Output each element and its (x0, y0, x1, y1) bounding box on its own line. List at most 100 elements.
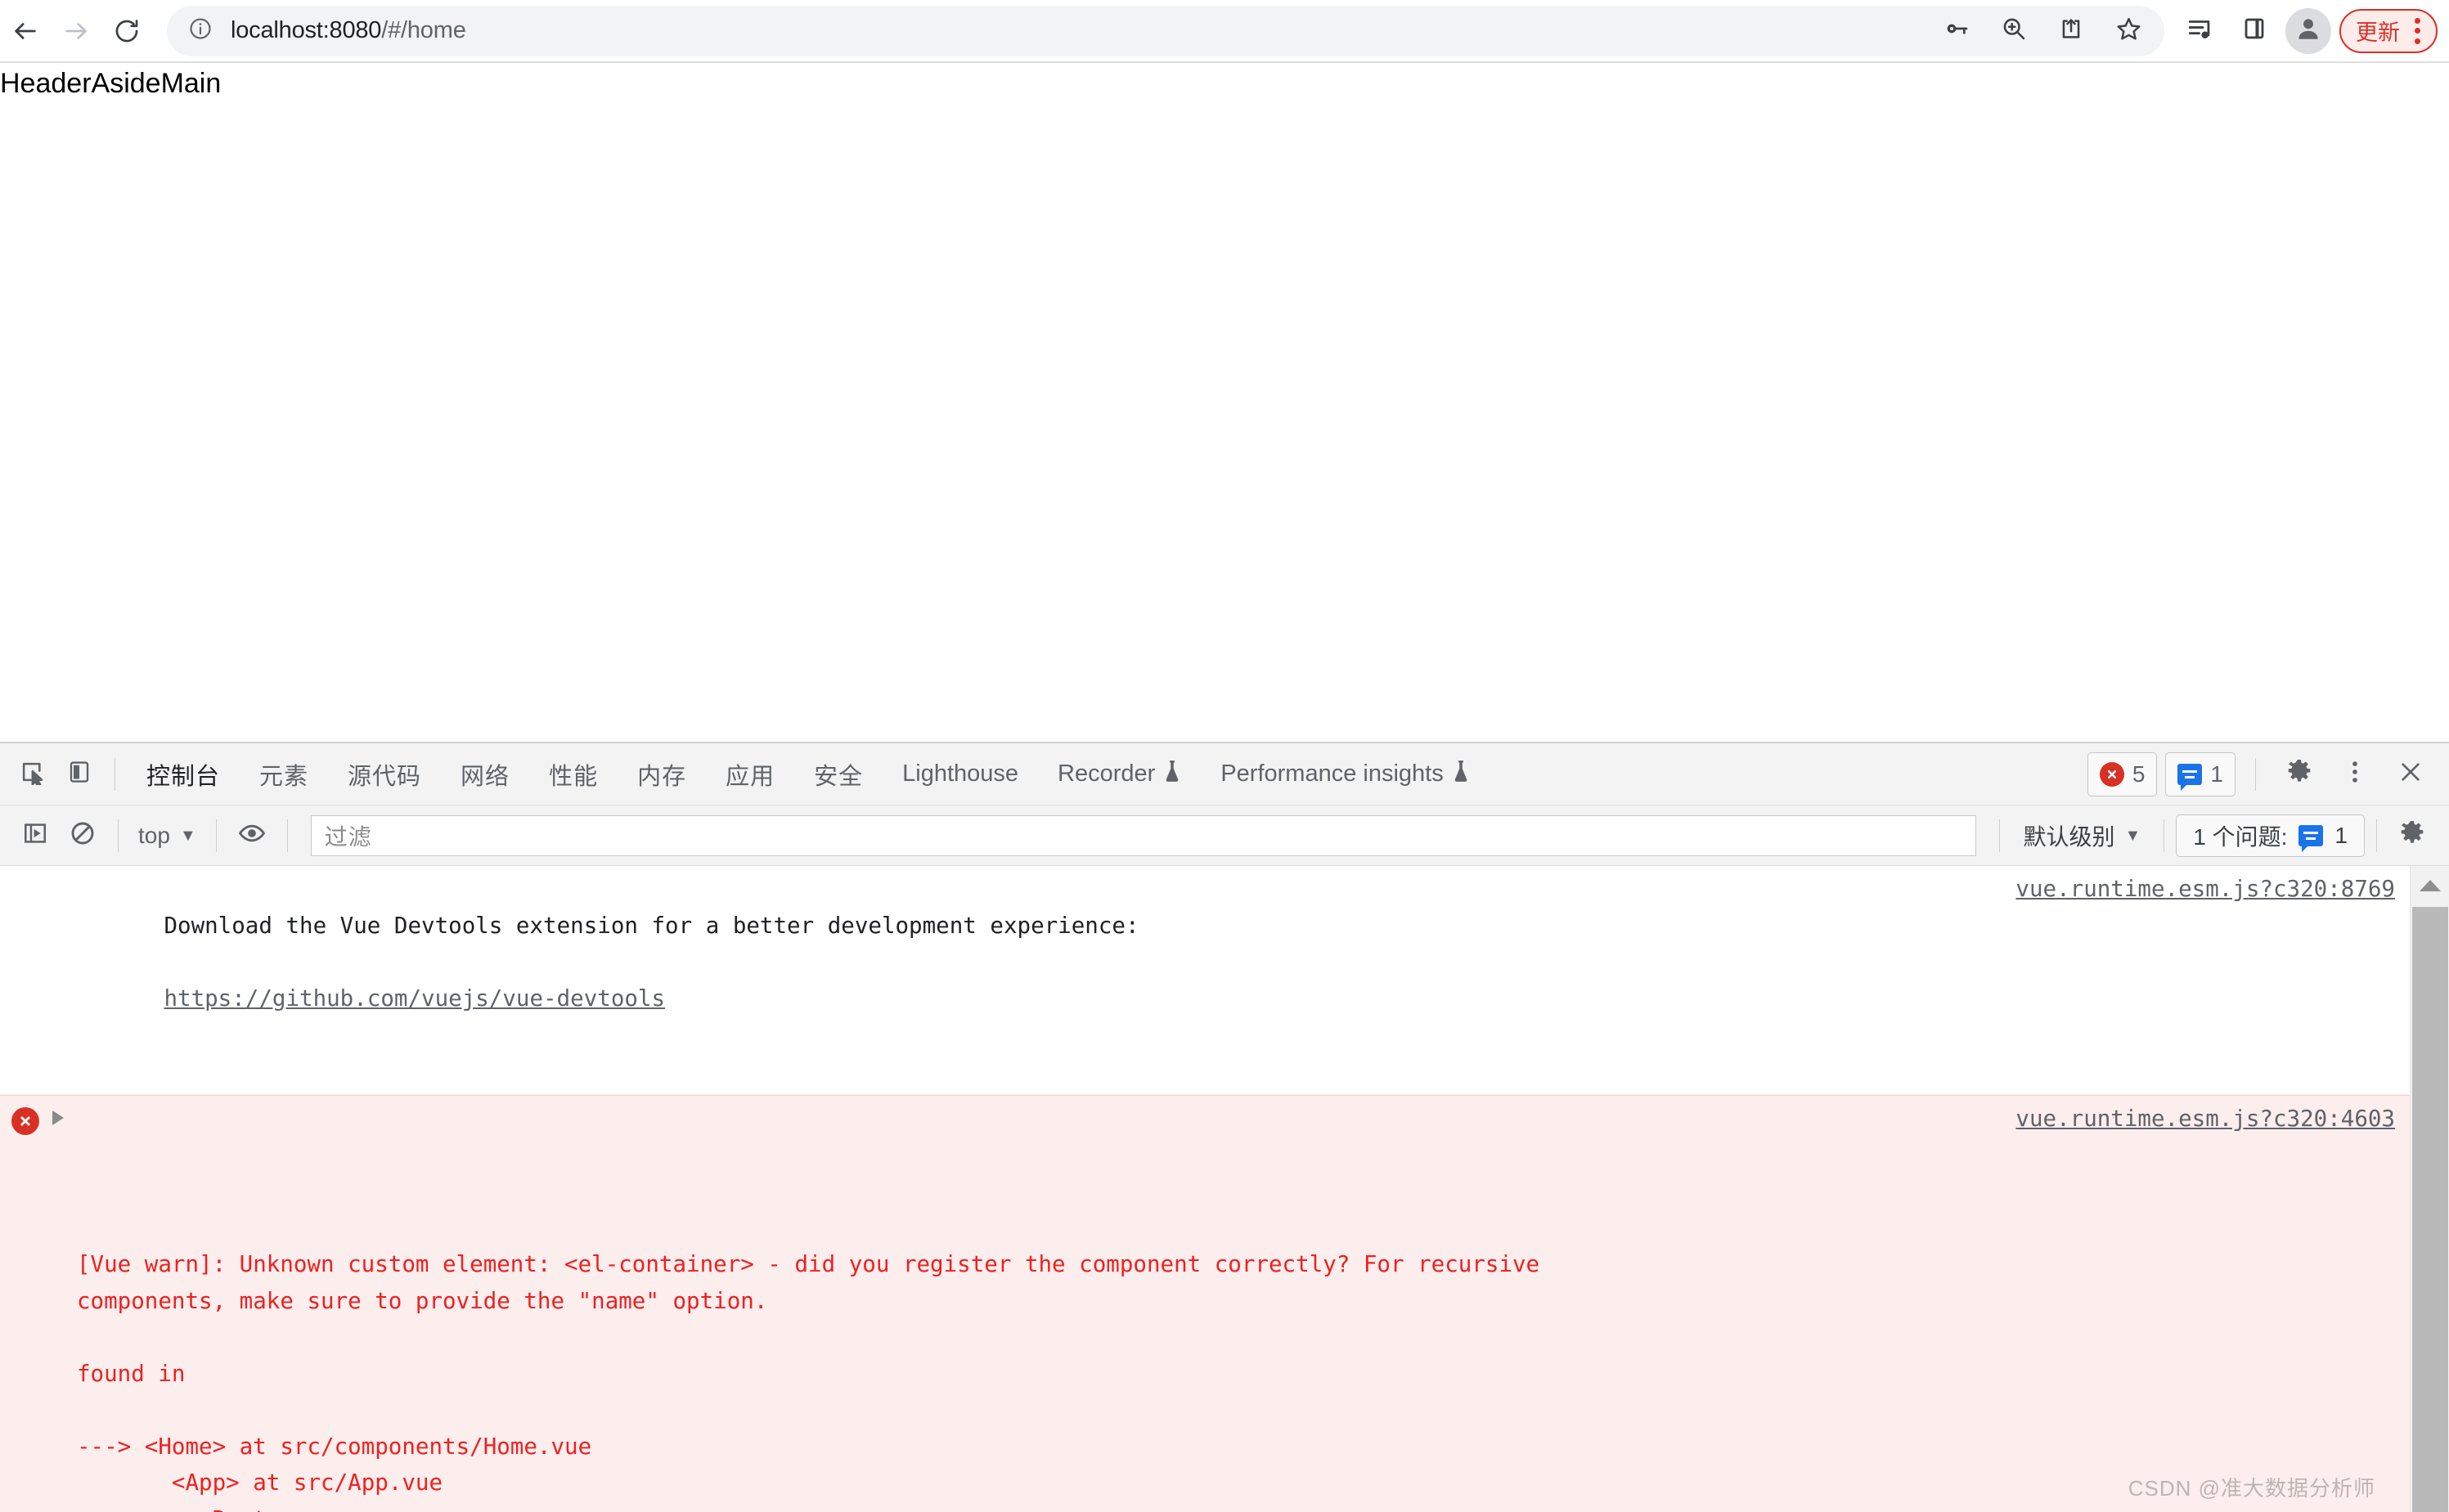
devtools-tabbar: 控制台 元素 源代码 网络 性能 内存 应用 安全 Lighthouse Rec… (0, 743, 2449, 805)
tab-elements[interactable]: 元素 (240, 743, 328, 805)
update-button[interactable]: 更新 (2339, 8, 2438, 53)
url-path: /#/home (381, 17, 466, 43)
console-filter-input[interactable]: 过滤 (310, 814, 1977, 856)
console-filter-placeholder: 过滤 (324, 823, 372, 850)
forward-button[interactable] (51, 6, 101, 56)
browser-toolbar-right: 更新 (2177, 7, 2449, 54)
console-scroll-area: Download the Vue Devtools extension for … (0, 866, 2410, 1512)
log-level-selector[interactable]: 默认级别 ▼ (2011, 819, 2152, 852)
kebab-menu-icon (2343, 758, 2366, 790)
status-divider (2255, 757, 2256, 791)
tab-lighthouse[interactable]: Lighthouse (883, 743, 1038, 805)
tab-application[interactable]: 应用 (706, 743, 794, 805)
console-message-info[interactable]: Download the Vue Devtools extension for … (0, 866, 2410, 1095)
console-source-link[interactable]: vue.runtime.esm.js?c320:4603 (2015, 1101, 2395, 1137)
execution-context-value: top (138, 822, 170, 848)
error-count: 5 (2132, 760, 2146, 787)
device-toolbar-icon (67, 760, 92, 788)
tab-label: 安全 (814, 763, 864, 790)
execution-context-selector[interactable]: top ▼ (130, 823, 204, 849)
device-toolbar-button[interactable] (56, 751, 103, 798)
info-circle-icon[interactable] (188, 16, 213, 45)
tab-label: Recorder (1058, 760, 1156, 787)
avatar[interactable] (2285, 7, 2331, 54)
tab-performance-insights[interactable]: Performance insights (1201, 743, 1489, 805)
tab-label: 源代码 (348, 763, 422, 790)
password-key-button[interactable] (1934, 8, 1979, 54)
tab-recorder[interactable]: Recorder (1038, 743, 1201, 805)
media-playlist-button[interactable] (2177, 8, 2223, 54)
filterbar-divider (215, 819, 217, 852)
console-source-link[interactable]: vue.runtime.esm.js?c320:8769 (2015, 871, 2395, 908)
scrollbar-thumb[interactable] (2412, 907, 2448, 1512)
devtools-more-button[interactable] (2331, 751, 2379, 798)
console-message-error[interactable]: [Vue warn]: Unknown custom element: <el-… (0, 1095, 2410, 1512)
page-viewport: HeaderAsideMain (0, 63, 2449, 742)
console-scrollbar[interactable] (2410, 866, 2449, 1512)
media-playlist-icon (2186, 15, 2214, 47)
kebab-menu-icon[interactable] (2406, 15, 2428, 47)
side-panel-icon (2241, 16, 2267, 46)
issues-badge[interactable]: 1 个问题: 1 (2176, 814, 2365, 857)
side-panel-button[interactable] (2231, 8, 2277, 54)
tab-label: 应用 (726, 763, 775, 790)
tab-performance[interactable]: 性能 (529, 743, 618, 805)
console-sidebar-toggle-button[interactable] (11, 812, 59, 859)
bookmark-button[interactable] (2105, 8, 2151, 54)
inspect-element-button[interactable] (8, 751, 56, 798)
message-count: 1 (2210, 760, 2223, 787)
tab-memory[interactable]: 内存 (618, 743, 706, 805)
console-sidebar-icon (22, 820, 48, 850)
filterbar-divider (1999, 819, 2001, 852)
filterbar-divider (286, 819, 288, 852)
share-icon (2058, 16, 2084, 46)
devtools-close-button[interactable] (2387, 751, 2434, 798)
tab-console[interactable]: 控制台 (127, 743, 240, 805)
message-bubble-icon (2298, 824, 2324, 852)
error-count-badge[interactable]: 5 (2087, 752, 2158, 796)
devtools-settings-button[interactable] (2276, 751, 2323, 798)
console-message-link[interactable]: https://github.com/vuejs/vue-devtools (164, 985, 665, 1012)
arrow-right-icon (62, 17, 90, 45)
bookmark-star-icon (2115, 16, 2142, 47)
message-count-badge[interactable]: 1 (2165, 752, 2236, 796)
expand-triangle-icon[interactable] (52, 1110, 64, 1125)
address-bar-text: localhost:8080/#/home (231, 17, 466, 44)
clear-console-button[interactable] (59, 812, 106, 859)
update-label: 更新 (2356, 20, 2400, 45)
scrollbar-up-arrow[interactable] (2411, 866, 2449, 905)
chevron-down-icon: ▼ (179, 826, 196, 845)
gear-icon (2285, 758, 2313, 790)
console-settings-button[interactable] (2388, 812, 2436, 859)
arrow-left-icon (11, 17, 39, 45)
share-button[interactable] (2048, 8, 2094, 54)
inspect-element-icon (19, 759, 45, 789)
tab-network[interactable]: 网络 (441, 743, 529, 805)
console-message-list[interactable]: Download the Vue Devtools extension for … (0, 866, 2449, 1512)
clear-console-icon (70, 820, 96, 850)
zoom-button[interactable] (1991, 8, 2037, 54)
filterbar-divider (118, 819, 119, 852)
reload-button[interactable] (101, 6, 152, 56)
omnibox-action-icons (1934, 8, 2164, 54)
devtools-status-area: 5 1 (2087, 751, 2449, 798)
browser-toolbar: localhost:8080/#/home 更新 (0, 0, 2449, 63)
issues-label: 1 个问题: (2193, 823, 2288, 850)
log-level-value: 默认级别 (2023, 823, 2115, 850)
issues-count: 1 (2334, 822, 2348, 848)
tab-label: 元素 (259, 763, 309, 790)
address-bar[interactable]: localhost:8080/#/home (167, 5, 2164, 56)
tab-security[interactable]: 安全 (794, 743, 883, 805)
tab-label: Lighthouse (902, 760, 1019, 787)
live-expression-button[interactable] (228, 812, 276, 859)
filterbar-divider (2376, 819, 2377, 852)
gear-icon (2398, 819, 2426, 851)
tab-sources[interactable]: 源代码 (328, 743, 441, 805)
profile-avatar-icon (2294, 15, 2322, 47)
back-button[interactable] (0, 6, 51, 56)
experiment-flask-icon (1163, 760, 1181, 789)
console-filter-toolbar: top ▼ 过滤 默认级别 ▼ 1 个问题: 1 (0, 805, 2449, 866)
console-message-text: Download the Vue Devtools extension for … (164, 912, 1139, 939)
zoom-search-icon (2001, 16, 2027, 46)
live-expression-eye-icon (238, 819, 266, 851)
